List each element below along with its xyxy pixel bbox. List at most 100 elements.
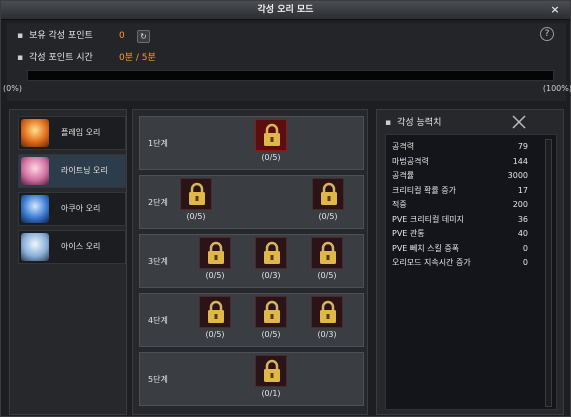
skill-count: (0/3) — [261, 271, 281, 280]
lock-icon[interactable] — [311, 296, 343, 328]
stat-row: 크리티컬 확률 증가 17 — [392, 184, 528, 197]
stat-row: 적중 200 — [392, 198, 528, 211]
ice-orb-icon — [21, 233, 49, 261]
flame-orb-icon — [21, 119, 49, 147]
stat-value: 200 — [512, 200, 528, 209]
stat-name: 오리모드 지속시간 증가 — [392, 258, 471, 267]
stage-row: 1단계 (0/5) — [139, 116, 364, 170]
skill-slot: (0/5) — [176, 178, 216, 221]
skill-count: (0/5) — [318, 212, 338, 221]
skill-slot: (0/5) — [195, 237, 235, 280]
progress-start-label: (0%) — [3, 84, 22, 93]
crossed-swords-icon — [512, 115, 526, 129]
lock-icon[interactable] — [180, 178, 212, 210]
title-bar: 각성 오리 모드 × — [1, 1, 570, 20]
lightning-orb-icon — [21, 157, 49, 185]
bullet-icon: ▪ — [17, 53, 24, 63]
lock-icon[interactable] — [199, 296, 231, 328]
skill-slot: (0/3) — [307, 296, 347, 339]
stage-row: 2단계 (0/5) (0/5) — [139, 175, 364, 229]
skill-slot: (0/5) — [195, 296, 235, 339]
stats-scrollbar[interactable] — [545, 139, 552, 407]
awaken-points-section: ▪ 보유 각성 포인트 0 ↻ ▪ 각성 포인트 시간 0분 / 5분 ? (0%)… — [3, 23, 571, 101]
close-button[interactable]: × — [548, 1, 562, 19]
lock-icon[interactable] — [311, 237, 343, 269]
orb-label: 라이트닝 오리 — [61, 166, 108, 175]
stat-value: 17 — [517, 185, 528, 195]
awaken-stats-panel: ▪ 각성 능력치 공격력 79 마법공격력 144 공격률 3000 크리티컬 확률 증가 17… — [376, 109, 564, 415]
awaken-window: 각성 오리 모드 × ▪ 보유 각성 포인트 0 ↻ ▪ 각성 포인트 시간 0분 … — [0, 0, 571, 417]
stats-list: 공격력 79 마법공격력 144 공격률 3000 크리티컬 확률 증가 17 적중 200 PVE… — [385, 134, 557, 410]
skill-count: (0/1) — [261, 389, 281, 398]
skill-slot: (0/5) — [251, 296, 291, 339]
bullet-icon: ▪ — [17, 31, 24, 41]
stat-name: 크리티컬 확률 증가 — [392, 185, 456, 195]
stage-row: 4단계 (0/5) (0/5) (0/3) — [139, 293, 364, 347]
points-value: 0 — [119, 31, 125, 41]
stat-value: 40 — [517, 229, 528, 238]
bullet-icon: ▪ — [385, 118, 392, 128]
skill-slot: (0/1) — [251, 355, 291, 398]
stage-label: 2단계 — [148, 198, 168, 207]
stat-row: 공격률 3000 — [392, 169, 528, 182]
awaken-stages: 1단계 (0/5) 2단계 (0/5) (0/5) 3단계 (0/5) (0/3) (0/5) 4… — [132, 109, 368, 415]
stage-label: 3단계 — [148, 257, 168, 266]
time-label: 각성 포인트 시간 — [29, 53, 93, 63]
stat-value: 3000 — [507, 171, 528, 180]
stats-title: 각성 능력치 — [397, 118, 442, 128]
orb-label: 아이스 오리 — [61, 242, 101, 251]
orb-item-flame[interactable]: 플레임 오리 — [18, 116, 126, 150]
progress-end-label: (100%) — [542, 84, 571, 93]
stat-name: 적중 — [392, 200, 407, 209]
stage-row: 3단계 (0/5) (0/3) (0/5) — [139, 234, 364, 288]
stat-name: PVE 뻬치 스킬 증폭 — [392, 243, 460, 253]
lock-icon[interactable] — [255, 296, 287, 328]
skill-count: (0/5) — [186, 212, 206, 221]
skill-count: (0/5) — [261, 330, 281, 339]
orb-label: 플레임 오리 — [61, 128, 101, 137]
stat-row: 마법공격력 144 — [392, 155, 528, 168]
stat-value: 0 — [522, 258, 528, 267]
orb-item-ice[interactable]: 아이스 오리 — [18, 230, 126, 264]
lock-icon[interactable] — [255, 119, 287, 151]
stat-value: 0 — [522, 243, 528, 253]
time-value: 0분 / 5분 — [119, 53, 156, 63]
points-row: ▪ 보유 각성 포인트 0 ↻ — [17, 29, 150, 43]
stage-label: 5단계 — [148, 375, 168, 384]
stat-name: 공격률 — [392, 171, 415, 180]
time-row: ▪ 각성 포인트 시간 0분 / 5분 — [17, 51, 156, 65]
aqua-orb-icon — [21, 195, 49, 223]
stat-name: PVE 크리티컬 데미지 — [392, 214, 464, 224]
skill-count: (0/3) — [317, 330, 337, 339]
lock-icon[interactable] — [255, 355, 287, 387]
lock-icon[interactable] — [255, 237, 287, 269]
skill-slot: (0/5) — [251, 119, 291, 162]
stat-value: 144 — [512, 156, 528, 166]
skill-slot: (0/3) — [251, 237, 291, 280]
stat-value: 36 — [517, 214, 528, 224]
refresh-icon[interactable]: ↻ — [137, 30, 150, 43]
time-progress-bar — [27, 70, 554, 81]
stage-row: 5단계 (0/1) — [139, 352, 364, 406]
orb-item-aqua[interactable]: 아쿠아 오리 — [18, 192, 126, 226]
stat-row: 공격력 79 — [392, 140, 528, 153]
stat-row: PVE 뻬치 스킬 증폭 0 — [392, 242, 528, 255]
stat-row: 오리모드 지속시간 증가 0 — [392, 256, 528, 269]
stat-name: 마법공격력 — [392, 156, 429, 166]
stage-label: 1단계 — [148, 139, 168, 148]
orb-label: 아쿠아 오리 — [61, 204, 101, 213]
stat-row: PVE 관통 40 — [392, 227, 528, 240]
stat-value: 79 — [517, 142, 528, 151]
points-label: 보유 각성 포인트 — [29, 31, 93, 41]
stat-row: PVE 크리티컬 데미지 36 — [392, 213, 528, 226]
stat-name: 공격력 — [392, 142, 415, 151]
orb-list: 플레임 오리 라이트닝 오리 아쿠아 오리 아이스 오리 — [9, 109, 127, 415]
stats-header: ▪ 각성 능력치 — [385, 116, 441, 130]
lock-icon[interactable] — [312, 178, 344, 210]
orb-item-lightning[interactable]: 라이트닝 오리 — [18, 154, 126, 188]
skill-slot: (0/5) — [307, 237, 347, 280]
help-icon[interactable]: ? — [540, 27, 554, 41]
lock-icon[interactable] — [199, 237, 231, 269]
window-title: 각성 오리 모드 — [257, 5, 314, 15]
stat-name: PVE 관통 — [392, 229, 425, 238]
